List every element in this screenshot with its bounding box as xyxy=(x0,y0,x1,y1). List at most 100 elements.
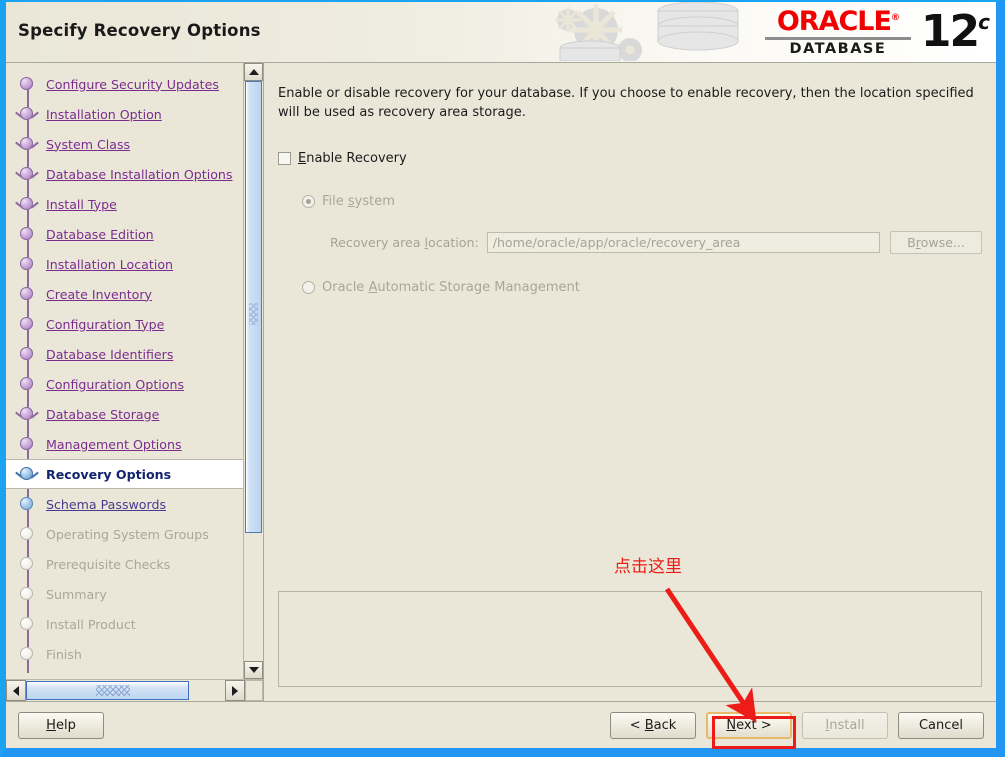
enable-recovery-checkbox[interactable] xyxy=(278,151,291,165)
sidebar-step-prerequisite-checks: Prerequisite Checks xyxy=(6,549,243,579)
sidebar-step-create-inventory[interactable]: Create Inventory xyxy=(6,279,243,309)
step-node-icon xyxy=(14,643,40,665)
message-panel xyxy=(278,591,982,687)
help-button[interactable]: Help xyxy=(18,711,104,739)
install-button[interactable]: Install xyxy=(802,711,888,739)
version-badge: 12 c xyxy=(920,6,990,58)
sidebar-step-management-options[interactable]: Management Options xyxy=(6,429,243,459)
triangle-right-icon xyxy=(232,685,238,696)
enable-recovery-row[interactable]: Enable Recovery xyxy=(278,151,982,166)
sidebar-step-configuration-type[interactable]: Configuration Type xyxy=(6,309,243,339)
cancel-button[interactable]: Cancel xyxy=(898,711,984,739)
file-system-radio-row[interactable]: File system xyxy=(278,194,982,209)
triangle-down-icon xyxy=(248,667,259,673)
sidebar-step-label: Operating System Groups xyxy=(46,526,209,542)
step-list: Configure Security Updates Installation O… xyxy=(6,63,243,679)
step-node-icon xyxy=(14,163,40,185)
sidebar-step-label[interactable]: Configuration Type xyxy=(46,317,164,332)
sidebar-step-label[interactable]: Create Inventory xyxy=(46,287,152,302)
step-node-icon xyxy=(14,403,40,425)
scroll-left-button[interactable] xyxy=(6,680,26,701)
sidebar-step-install-type[interactable]: Install Type xyxy=(6,189,243,219)
sidebar-inner: Configure Security Updates Installation O… xyxy=(6,63,263,679)
sidebar-step-label[interactable]: Database Edition xyxy=(46,227,154,242)
asm-radio-row[interactable]: Oracle Automatic Storage Management xyxy=(278,280,982,295)
sidebar-step-configuration-options[interactable]: Configuration Options xyxy=(6,369,243,399)
sidebar-step-label: Prerequisite Checks xyxy=(46,556,171,572)
main-content-panel: Enable or disable recovery for your data… xyxy=(264,63,996,701)
scroll-up-button[interactable] xyxy=(244,63,263,81)
scroll-down-button[interactable] xyxy=(244,661,263,679)
asm-label: Oracle Automatic Storage Management xyxy=(322,279,580,295)
step-node-icon xyxy=(14,253,40,275)
sidebar-step-database-installation-options[interactable]: Database Installation Options xyxy=(6,159,243,189)
step-node-icon xyxy=(14,283,40,305)
sidebar-vertical-scrollbar[interactable] xyxy=(243,63,263,679)
triangle-up-icon xyxy=(248,69,259,75)
horizontal-scroll-track[interactable] xyxy=(26,680,225,701)
scroll-thumb-grip xyxy=(249,302,258,325)
back-button[interactable]: < Back xyxy=(610,711,696,739)
sidebar-step-label[interactable]: Database Installation Options xyxy=(46,167,232,182)
step-node-icon xyxy=(14,493,40,515)
sidebar-step-label[interactable]: Schema Passwords xyxy=(46,497,166,512)
database-wordmark: DATABASE xyxy=(789,40,887,57)
sidebar-step-operating-system-groups: Operating System Groups xyxy=(6,519,243,549)
step-node-icon xyxy=(14,133,40,155)
step-node-icon xyxy=(14,193,40,215)
step-node-icon xyxy=(14,103,40,125)
oracle-divider-rule xyxy=(764,36,911,40)
sidebar-step-label[interactable]: Install Type xyxy=(46,197,117,212)
step-node-icon xyxy=(14,343,40,365)
sidebar-step-label: Install Product xyxy=(46,616,136,632)
sidebar-step-recovery-options[interactable]: Recovery Options xyxy=(6,459,243,489)
sidebar-step-summary: Summary xyxy=(6,579,243,609)
sidebar-step-database-edition[interactable]: Database Edition xyxy=(6,219,243,249)
sidebar-step-label[interactable]: Installation Option xyxy=(46,107,162,122)
scrollbar-corner xyxy=(245,680,263,701)
scroll-right-button[interactable] xyxy=(225,680,245,701)
sidebar-step-installation-option[interactable]: Installation Option xyxy=(6,99,243,129)
sidebar-step-installation-location[interactable]: Installation Location xyxy=(6,249,243,279)
sidebar-step-label[interactable]: Configure Security Updates xyxy=(46,77,219,92)
sidebar-step-label[interactable]: Recovery Options xyxy=(46,467,171,482)
recovery-area-location-label: Recovery area location: xyxy=(330,234,479,250)
sidebar-step-label[interactable]: System Class xyxy=(46,137,130,152)
next-button[interactable]: Next > xyxy=(706,711,792,739)
sidebar-step-label[interactable]: Database Identifiers xyxy=(46,347,173,362)
step-node-icon xyxy=(14,553,40,575)
oracle-logo-block: ORACLE® DATABASE xyxy=(764,5,911,57)
footer-right-buttons: < Back Next > Install Cancel xyxy=(610,711,984,739)
sidebar-step-schema-passwords[interactable]: Schema Passwords xyxy=(6,489,243,519)
sidebar-step-label[interactable]: Management Options xyxy=(46,437,182,452)
sidebar-step-install-product: Install Product xyxy=(6,609,243,639)
step-node-icon xyxy=(14,583,40,605)
horizontal-scroll-thumb[interactable] xyxy=(26,681,190,700)
sidebar-step-label[interactable]: Installation Location xyxy=(46,257,173,272)
sidebar-step-label[interactable]: Configuration Options xyxy=(46,377,184,392)
sidebar-step-label: Finish xyxy=(46,646,82,662)
oracle-wordmark: ORACLE® xyxy=(776,5,900,37)
file-system-label: File system xyxy=(322,193,395,209)
enable-recovery-label[interactable]: Enable Recovery xyxy=(298,151,407,166)
step-node-icon xyxy=(14,613,40,635)
sidebar-step-label[interactable]: Database Storage xyxy=(46,407,159,422)
sidebar-step-system-class[interactable]: System Class xyxy=(6,129,243,159)
installer-window: Specify Recovery Options ORACLE® DATABAS… xyxy=(0,0,1005,757)
header-bar: Specify Recovery Options ORACLE® DATABAS… xyxy=(6,2,996,63)
vertical-scroll-track[interactable] xyxy=(244,81,263,661)
gears-and-database-graphic xyxy=(555,2,739,61)
sidebar-step-configure-security-updates[interactable]: Configure Security Updates xyxy=(6,69,243,99)
sidebar-step-finish: Finish xyxy=(6,639,243,669)
page-title: Specify Recovery Options xyxy=(18,21,261,40)
sidebar-step-database-identifiers[interactable]: Database Identifiers xyxy=(6,339,243,369)
sidebar-horizontal-scrollbar[interactable] xyxy=(6,679,263,701)
file-system-radio[interactable] xyxy=(302,194,315,208)
recovery-area-location-input[interactable] xyxy=(486,231,880,253)
browse-button[interactable]: Browse... xyxy=(890,230,982,254)
step-node-icon xyxy=(14,373,40,395)
sidebar-step-database-storage[interactable]: Database Storage xyxy=(6,399,243,429)
vertical-scroll-thumb[interactable] xyxy=(245,81,262,534)
recovery-area-location-row[interactable]: Recovery area location: Browse... xyxy=(278,230,982,254)
asm-radio[interactable] xyxy=(302,280,315,294)
